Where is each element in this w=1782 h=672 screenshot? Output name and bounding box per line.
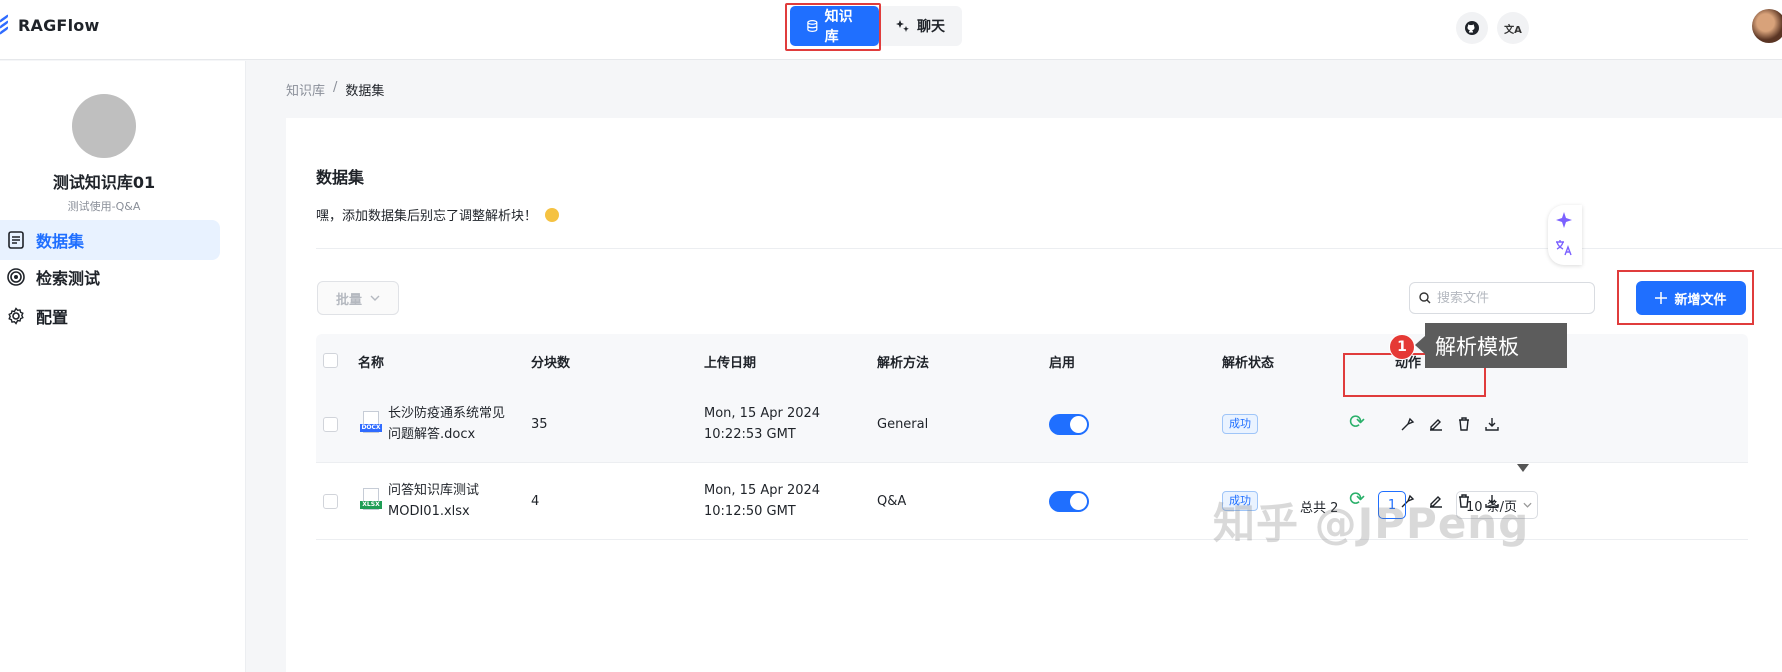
file-name[interactable]: 问答知识库测试 MODI01.xlsx — [388, 480, 479, 522]
database-icon — [807, 20, 818, 32]
document-icon — [6, 230, 26, 250]
sidebar-item-label: 检索测试 — [36, 269, 101, 288]
sidebar-item-retrieval-test[interactable]: 检索测试 — [0, 257, 220, 297]
add-file-label: 新增文件 — [1674, 292, 1727, 308]
tab-chat-label: 聊天 — [917, 19, 945, 35]
dataset-card: 数据集 嘿，添加数据集后别忘了调整解析块！ 批量 新增文件 名称 分块数 上传日… — [286, 118, 1782, 672]
table-row[interactable]: DOCX 长沙防疫通系统常见 问题解答.docx 35 Mon, 15 Apr … — [316, 386, 1748, 463]
row-checkbox[interactable] — [323, 494, 338, 509]
search-input[interactable] — [1437, 290, 1587, 306]
column-header-parse-method[interactable]: 解析方法 — [877, 352, 929, 371]
app-logo[interactable]: RAGFlow — [0, 14, 99, 36]
sidebar-item-dataset[interactable]: 数据集 — [0, 220, 220, 260]
column-header-enabled[interactable]: 启用 — [1049, 352, 1075, 371]
app-name: RAGFlow — [18, 15, 100, 35]
bulk-label: 批量 — [335, 292, 362, 308]
row-checkbox[interactable] — [323, 417, 338, 432]
tab-chat[interactable]: 聊天 — [879, 6, 962, 46]
chunk-count: 4 — [531, 494, 540, 509]
kb-avatar — [72, 94, 136, 158]
enable-toggle[interactable] — [1049, 491, 1089, 512]
search-box[interactable] — [1409, 282, 1595, 314]
chevron-down-icon — [1523, 502, 1532, 508]
language-button[interactable]: 文A — [1497, 12, 1529, 44]
ragflow-logo-icon — [0, 14, 10, 36]
breadcrumb-separator: / — [333, 80, 338, 95]
status-badge: 成功 — [1222, 414, 1258, 434]
sidebar-item-label: 数据集 — [36, 232, 85, 251]
tip-text: 嘿，添加数据集后别忘了调整解析块！ — [316, 205, 560, 224]
chevron-down-icon — [370, 295, 380, 301]
add-file-button[interactable]: 新增文件 — [1636, 281, 1746, 315]
smile-emoji-icon — [545, 207, 560, 222]
tab-knowledge-base[interactable]: 知识库 — [790, 6, 879, 46]
breadcrumb-current: 数据集 — [345, 84, 385, 99]
gear-icon — [6, 306, 26, 326]
parse-template-tooltip: 解析模板 — [1415, 323, 1567, 368]
column-header-parse-status[interactable]: 解析状态 — [1222, 352, 1274, 371]
page-title: 数据集 — [316, 168, 365, 187]
reparse-icon[interactable]: ⟳ — [1349, 411, 1365, 433]
chunk-count: 35 — [531, 417, 548, 432]
pagination-page-1[interactable]: 1 — [1378, 491, 1406, 519]
callout-number-badge: 1 — [1389, 334, 1415, 360]
user-avatar[interactable] — [1752, 9, 1782, 43]
pagination-total: 总共 2 — [1300, 501, 1339, 516]
select-all-checkbox[interactable] — [323, 353, 338, 368]
column-header-chunks[interactable]: 分块数 — [531, 352, 570, 371]
translate-icon: 文A — [1504, 24, 1522, 36]
upload-date: Mon, 15 Apr 2024 10:12:50 GMT — [704, 483, 821, 519]
github-icon — [1465, 21, 1479, 35]
parse-method: General — [877, 417, 929, 432]
delete-icon[interactable] — [1455, 415, 1473, 433]
sparkle-icon — [1556, 212, 1572, 228]
download-icon[interactable] — [1483, 415, 1501, 433]
tip-label: 嘿，添加数据集后别忘了调整解析块！ — [316, 209, 538, 224]
github-button[interactable] — [1456, 12, 1488, 44]
column-header-upload-date[interactable]: 上传日期 — [704, 352, 756, 371]
tab-knowledge-base-label: 知识库 — [824, 9, 853, 45]
chat-sparkle-icon — [896, 20, 909, 32]
target-icon — [6, 267, 26, 287]
scroll-down-arrow-icon[interactable] — [1517, 464, 1529, 472]
edit-icon[interactable] — [1427, 415, 1445, 433]
upload-date: Mon, 15 Apr 2024 10:22:53 GMT — [704, 406, 821, 442]
page-size-select[interactable]: 10 条/页 — [1456, 491, 1538, 519]
main-nav: 知识库 聊天 — [790, 6, 962, 46]
breadcrumb-root[interactable]: 知识库 — [286, 80, 325, 99]
page-size-label: 10 条/页 — [1466, 499, 1518, 515]
floating-assistant[interactable] — [1548, 205, 1582, 265]
sidebar: 测试知识库01 测试使用-Q&A 数据集 检索测试 配置 — [0, 61, 246, 672]
parse-method: Q&A — [877, 494, 907, 509]
reparse-icon[interactable]: ⟳ — [1349, 488, 1365, 510]
enable-toggle[interactable] — [1049, 414, 1089, 435]
breadcrumb: 知识库 / 数据集 — [286, 80, 384, 99]
edit-icon[interactable] — [1427, 492, 1445, 510]
file-name[interactable]: 长沙防疫通系统常见 问题解答.docx — [388, 403, 505, 445]
status-badge: 成功 — [1222, 491, 1258, 511]
sidebar-item-label: 配置 — [36, 308, 69, 327]
search-icon — [1419, 292, 1431, 304]
bulk-actions-button[interactable]: 批量 — [317, 281, 399, 315]
plus-icon — [1655, 292, 1668, 304]
sidebar-item-settings[interactable]: 配置 — [0, 296, 220, 336]
kb-description: 测试使用-Q&A — [67, 200, 141, 213]
top-header: RAGFlow 知识库 聊天 文A — [0, 0, 1782, 60]
xlsx-file-icon: XLSX — [360, 488, 382, 514]
column-header-name[interactable]: 名称 — [358, 352, 384, 371]
parse-template-icon[interactable] — [1399, 415, 1417, 433]
translate-icon — [1556, 240, 1572, 256]
kb-name: 测试知识库01 — [52, 173, 156, 192]
docx-file-icon: DOCX — [360, 411, 382, 437]
